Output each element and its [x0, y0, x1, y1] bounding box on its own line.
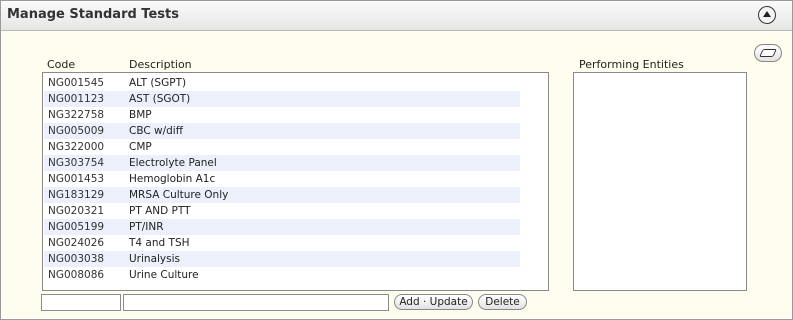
test-description: AST (SGOT) [129, 93, 191, 105]
description-column-header: Description [129, 58, 192, 71]
test-description: T4 and TSH [129, 237, 190, 249]
test-row[interactable]: NG322758 BMP [44, 107, 520, 123]
test-description: Urine Culture [129, 269, 199, 281]
test-row[interactable]: NG005009 CBC w/diff [44, 123, 520, 139]
collapse-up-icon[interactable] [758, 6, 776, 24]
description-input[interactable] [123, 294, 389, 311]
test-description: CBC w/diff [129, 125, 183, 137]
test-code: NG005199 [48, 221, 105, 233]
code-input[interactable] [41, 294, 121, 311]
test-code: NG003038 [48, 253, 105, 265]
test-row[interactable]: NG322000 CMP [44, 139, 520, 155]
test-code: NG005009 [48, 125, 105, 137]
panel-title: Manage Standard Tests [7, 7, 179, 22]
clear-button[interactable] [754, 44, 782, 62]
test-row[interactable]: NG020321 PT AND PTT [44, 203, 520, 219]
eraser-icon [759, 49, 777, 57]
test-description: Electrolyte Panel [129, 157, 217, 169]
performing-entities-list[interactable] [573, 72, 747, 291]
add-update-button[interactable]: Add · Update [394, 294, 473, 310]
performing-entities-header: Performing Entities [579, 58, 684, 71]
test-code: NG001545 [48, 77, 105, 89]
test-row[interactable]: NG003038 Urinalysis [44, 251, 520, 267]
panel-header: Manage Standard Tests [1, 1, 792, 31]
test-description: PT AND PTT [129, 205, 191, 217]
test-row[interactable]: NG008086 Urine Culture [44, 267, 520, 283]
test-row[interactable]: NG183129 MRSA Culture Only [44, 187, 520, 203]
code-column-header: Code [47, 58, 76, 71]
test-row[interactable]: NG024026 T4 and TSH [44, 235, 520, 251]
test-code: NG001453 [48, 173, 105, 185]
delete-button[interactable]: Delete [478, 294, 527, 310]
test-row[interactable]: NG001453 Hemoglobin A1c [44, 171, 520, 187]
test-description: Hemoglobin A1c [129, 173, 216, 185]
test-code: NG020321 [48, 205, 105, 217]
test-description: ALT (SGPT) [129, 77, 187, 89]
standard-tests-list[interactable]: NG001545 ALT (SGPT) NG001123 AST (SGOT) NG32… [42, 72, 549, 291]
test-row[interactable]: NG005199 PT/INR [44, 219, 520, 235]
test-row[interactable]: NG001123 AST (SGOT) [44, 91, 520, 107]
test-code: NG001123 [48, 93, 105, 105]
manage-standard-tests-panel: Manage Standard Tests Code Description P… [0, 0, 793, 320]
test-description: BMP [129, 109, 152, 121]
test-code: NG322000 [48, 141, 105, 153]
test-description: MRSA Culture Only [129, 189, 229, 201]
test-description: CMP [129, 141, 152, 153]
test-code: NG183129 [48, 189, 105, 201]
test-row[interactable]: NG303754 Electrolyte Panel [44, 155, 520, 171]
test-code: NG008086 [48, 269, 105, 281]
test-description: PT/INR [129, 221, 164, 233]
test-code: NG322758 [48, 109, 105, 121]
test-description: Urinalysis [129, 253, 180, 265]
test-row[interactable]: NG001545 ALT (SGPT) [44, 75, 520, 91]
test-code: NG303754 [48, 157, 105, 169]
test-code: NG024026 [48, 237, 105, 249]
